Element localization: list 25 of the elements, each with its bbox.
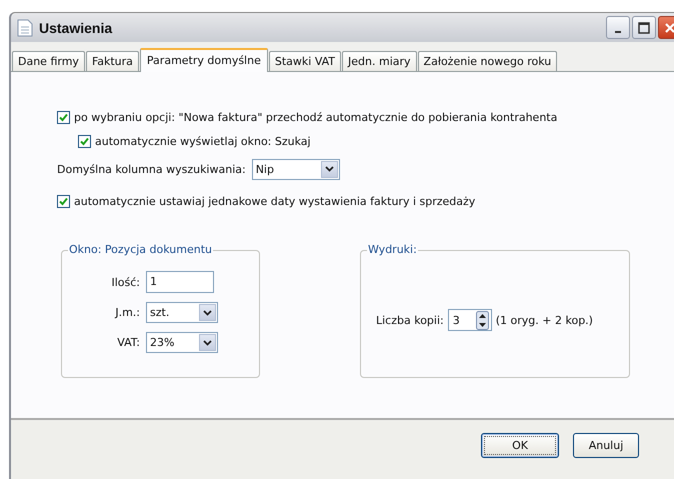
- ok-button[interactable]: OK: [481, 433, 559, 458]
- cancel-button[interactable]: Anuluj: [573, 433, 639, 458]
- group-title: Wydruki:: [367, 243, 418, 256]
- field-label: Ilość:: [110, 276, 140, 288]
- copies-note: (1 oryg. + 2 kop.): [496, 314, 593, 326]
- dropdown[interactable]: szt.: [146, 302, 218, 323]
- field-label: Domyślna kolumna wyszukiwania:: [57, 162, 246, 176]
- tab[interactable]: Parametry domyślne: [140, 48, 268, 72]
- tab[interactable]: Stawki VAT: [268, 51, 342, 71]
- field-label: J.m.:: [114, 306, 140, 319]
- input-field[interactable]: 1: [146, 271, 214, 293]
- tab[interactable]: Jedn. miary: [342, 51, 417, 71]
- spin-field[interactable]: 3: [448, 309, 492, 331]
- checkbox-label: automatycznie wyświetlaj okno: Szukaj: [95, 134, 311, 148]
- window-title: Ustawienia: [39, 20, 114, 36]
- checkbox-label: automatycznie ustawiaj jednakowe daty wystawienia faktury i sprzedaży: [74, 194, 476, 208]
- tab[interactable]: Faktura: [86, 51, 139, 71]
- field-label: Liczba kopii:: [376, 314, 444, 326]
- tab[interactable]: Dane firmy: [12, 51, 85, 71]
- dropdown[interactable]: 23%: [146, 332, 218, 353]
- checkbox-label: po wybraniu opcji: "Nowa faktura" przechodź automatycznie do pobierania kontrahenta: [74, 110, 558, 124]
- tab[interactable]: Założenie nowego roku: [418, 51, 558, 71]
- field-label: VAT:: [116, 336, 140, 349]
- dropdown[interactable]: Nip: [252, 158, 340, 180]
- group-title: Okno: Pozycja dokumentu: [68, 243, 213, 256]
